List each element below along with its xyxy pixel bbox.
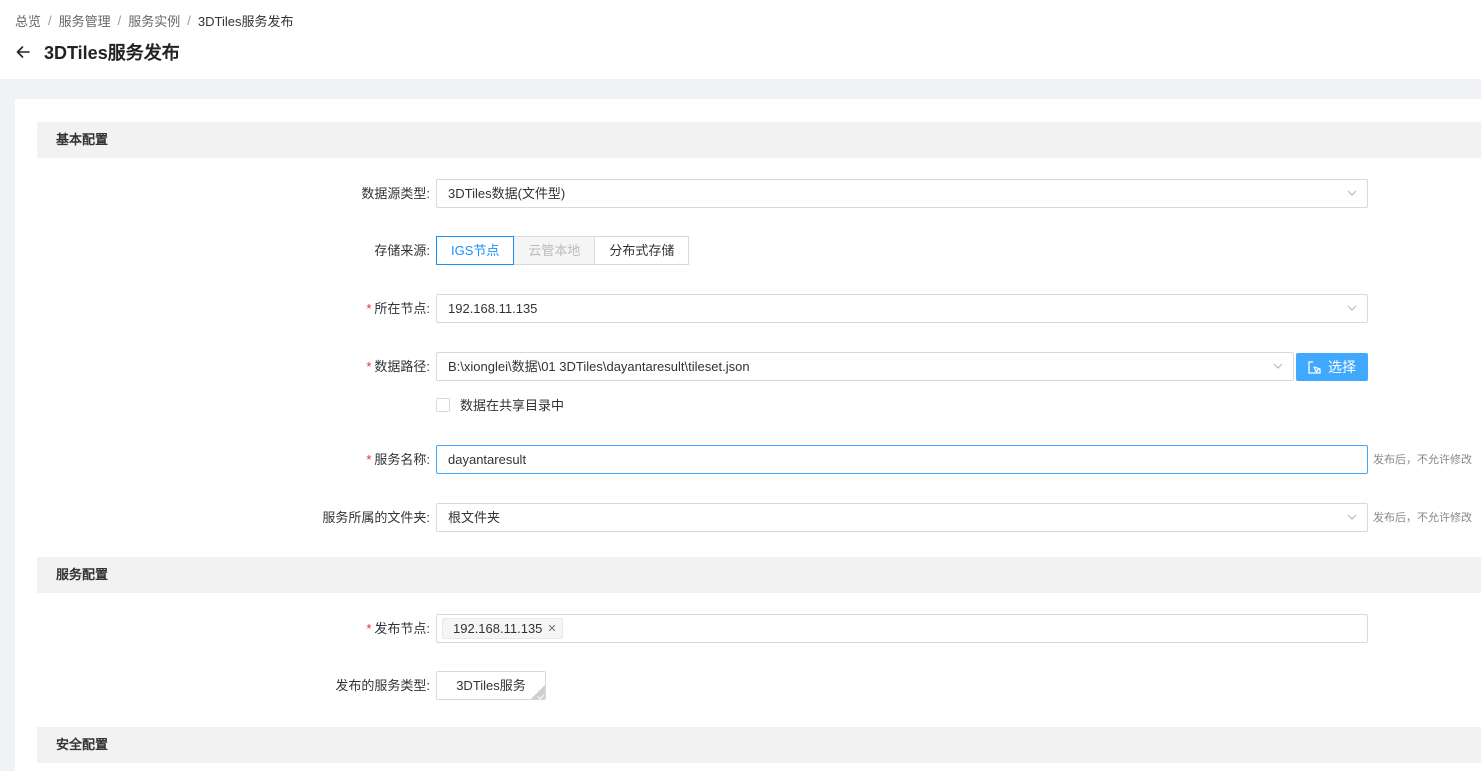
datasource-type-label: 数据源类型:: [361, 186, 430, 201]
breadcrumb-service-management[interactable]: 服务管理: [59, 11, 111, 30]
breadcrumb-overview[interactable]: 总览: [15, 11, 41, 30]
title-row: 3DTiles服务发布: [14, 39, 180, 65]
service-type-option[interactable]: 3DTiles服务: [436, 671, 546, 700]
data-path-select[interactable]: B:\xionglei\数据\01 3DTiles\dayantaresult\…: [436, 352, 1294, 381]
storage-option-distributed[interactable]: 分布式存储: [594, 236, 690, 265]
service-type-label: 发布的服务类型:: [335, 678, 430, 693]
page-title: 3DTiles服务发布: [44, 43, 180, 63]
chevron-down-icon: [1347, 190, 1357, 196]
close-icon[interactable]: ✕: [547, 622, 556, 635]
node-value: 192.168.11.135: [448, 301, 538, 316]
shared-dir-label[interactable]: 数据在共享目录中: [460, 395, 564, 414]
page-header: 总览 / 服务管理 / 服务实例 / 3DTiles服务发布 3DTiles服务…: [0, 0, 1481, 79]
shared-dir-row: 数据在共享目录中: [436, 395, 564, 414]
breadcrumb-service-instance[interactable]: 服务实例: [128, 11, 180, 30]
select-cursor-icon: [1308, 360, 1321, 374]
service-name-label: * 服务名称:: [366, 452, 430, 467]
storage-source-group: IGS节点 云管本地 分布式存储: [436, 236, 690, 265]
publish-node-tag: 192.168.11.135 ✕: [442, 618, 563, 639]
service-name-hint: 发布后，不允许修改: [1373, 454, 1472, 466]
folder-label: 服务所属的文件夹:: [322, 510, 430, 525]
publish-node-label: * 发布节点:: [366, 621, 430, 636]
storage-option-cloud-local: 云管本地: [513, 236, 596, 265]
storage-option-igs-node[interactable]: IGS节点: [436, 236, 515, 265]
datasource-type-select[interactable]: 3DTiles数据(文件型): [436, 179, 1368, 208]
service-name-input[interactable]: [436, 445, 1368, 474]
node-select[interactable]: 192.168.11.135: [436, 294, 1368, 323]
data-path-label: * 数据路径:: [366, 359, 430, 374]
chevron-down-icon: [1347, 514, 1357, 520]
breadcrumb-current: 3DTiles服务发布: [197, 14, 294, 29]
section-service-config: 服务配置: [37, 557, 1481, 593]
datasource-type-value: 3DTiles数据(文件型): [448, 186, 566, 201]
form-card: 基本配置 数据源类型: 3DTiles数据(文件型) 存储来源: IGS节点 云…: [15, 99, 1481, 771]
choose-path-label: 选择: [1328, 359, 1356, 375]
data-path-value: B:\xionglei\数据\01 3DTiles\dayantaresult\…: [448, 359, 750, 374]
chevron-down-icon: [1273, 363, 1283, 369]
service-type-value: 3DTiles服务: [456, 678, 526, 693]
breadcrumb-separator: /: [117, 13, 122, 28]
breadcrumb: 总览 / 服务管理 / 服务实例 / 3DTiles服务发布: [15, 11, 294, 30]
breadcrumb-separator: /: [48, 13, 52, 28]
breadcrumb-separator: /: [187, 13, 191, 28]
section-security-config: 安全配置: [37, 727, 1481, 763]
choose-path-button[interactable]: 选择: [1296, 353, 1368, 381]
folder-select[interactable]: 根文件夹: [436, 503, 1368, 532]
chevron-down-icon: [1347, 305, 1357, 311]
arrow-left-icon[interactable]: [14, 43, 32, 61]
publish-node-select[interactable]: 192.168.11.135 ✕: [436, 614, 1368, 643]
node-label: * 所在节点:: [366, 301, 430, 316]
folder-hint: 发布后，不允许修改: [1373, 512, 1472, 524]
storage-source-label: 存储来源:: [374, 243, 430, 258]
shared-dir-checkbox[interactable]: [436, 397, 450, 412]
section-basic-config: 基本配置: [37, 122, 1481, 158]
folder-value: 根文件夹: [448, 510, 501, 525]
